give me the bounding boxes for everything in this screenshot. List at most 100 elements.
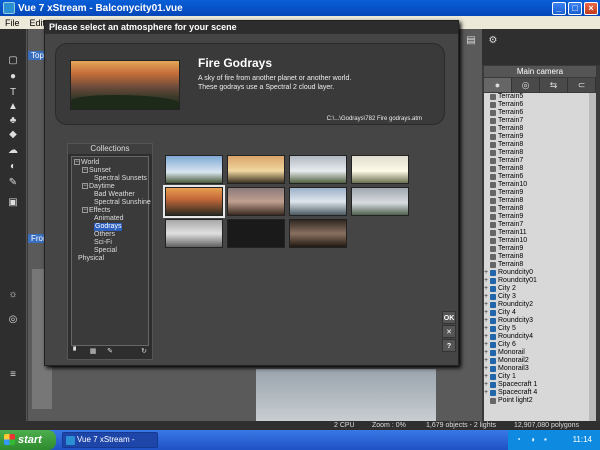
scene-list-item[interactable]: Terrain5 bbox=[484, 93, 596, 101]
atmosphere-thumb[interactable] bbox=[351, 187, 409, 216]
start-button[interactable]: start bbox=[0, 430, 56, 450]
tree-spectral-sunsets[interactable]: Spectral Sunsets bbox=[94, 175, 147, 183]
scene-list-item[interactable]: Terrain6 bbox=[484, 101, 596, 109]
atmosphere-thumb[interactable] bbox=[227, 219, 285, 248]
scene-list-item[interactable]: Roundcity01 bbox=[484, 277, 596, 285]
sphere-icon[interactable]: ● bbox=[6, 71, 20, 83]
scene-object-list[interactable]: Terrain5 Terrain6 Terrain6 Terrain7 Terrain8… bbox=[484, 93, 596, 443]
scene-list-item[interactable]: Terrain9 bbox=[484, 245, 596, 253]
scene-list-item[interactable]: Terrain7 bbox=[484, 157, 596, 165]
ok-button[interactable]: OK bbox=[442, 311, 456, 324]
help-button[interactable]: ? bbox=[442, 339, 456, 352]
atmosphere-thumb[interactable] bbox=[165, 155, 223, 184]
sun-icon[interactable]: ☼ bbox=[6, 289, 20, 301]
scene-list-item[interactable]: City 6 bbox=[484, 341, 596, 349]
close-button[interactable]: × bbox=[584, 1, 598, 15]
scene-list-item[interactable]: Monorail3 bbox=[484, 365, 596, 373]
cloud-icon[interactable]: ☁ bbox=[6, 145, 20, 157]
tree-sunset[interactable]: − Sunset bbox=[82, 167, 111, 175]
scene-list-item[interactable]: Terrain9 bbox=[484, 189, 596, 197]
scene-list-item[interactable]: Terrain6 bbox=[484, 173, 596, 181]
minimize-button[interactable]: _ bbox=[552, 1, 566, 15]
scene-list-item[interactable]: Roundcity0 bbox=[484, 269, 596, 277]
delete-collection-icon[interactable]: ▦ bbox=[87, 347, 99, 357]
brush-icon[interactable]: ✎ bbox=[6, 177, 20, 189]
scene-list-item[interactable]: Terrain8 bbox=[484, 125, 596, 133]
atmosphere-thumb[interactable] bbox=[227, 155, 285, 184]
settings-icon[interactable]: ⚙ bbox=[486, 35, 500, 47]
tree-effects[interactable]: − Effects bbox=[82, 207, 110, 215]
scene-list-item[interactable]: Terrain9 bbox=[484, 133, 596, 141]
taskbar-vue-item[interactable]: Vue 7 xStream - Balc... bbox=[62, 432, 158, 450]
tree-bad-weather[interactable]: Bad Weather bbox=[94, 191, 135, 199]
scene-list-item[interactable]: Point light2 bbox=[484, 397, 596, 405]
tree-special[interactable]: Special bbox=[94, 247, 117, 255]
refresh-collection-icon[interactable]: ↻ bbox=[138, 347, 150, 357]
restore-button[interactable]: □ bbox=[568, 1, 582, 15]
tree-godrays[interactable]: Godrays bbox=[94, 223, 123, 231]
scene-list-item[interactable]: Terrain11 bbox=[484, 229, 596, 237]
scene-list-item[interactable]: Terrain6 bbox=[484, 109, 596, 117]
scene-list-item[interactable]: City 2 bbox=[484, 285, 596, 293]
plant-icon[interactable]: ♣ bbox=[6, 115, 20, 127]
layers-icon[interactable]: ≡ bbox=[6, 369, 20, 381]
tree-animated[interactable]: Animated bbox=[94, 215, 124, 223]
scene-list-item[interactable]: Monorail bbox=[484, 349, 596, 357]
scene-list-item[interactable]: Roundcity4 bbox=[484, 333, 596, 341]
scene-list-item[interactable]: Terrain9 bbox=[484, 213, 596, 221]
scene-list-item[interactable]: Terrain10 bbox=[484, 237, 596, 245]
scene-list-item[interactable]: Terrain8 bbox=[484, 149, 596, 157]
scene-list-item[interactable]: City 3 bbox=[484, 293, 596, 301]
tree-world[interactable]: − World bbox=[74, 159, 99, 167]
atmosphere-thumb[interactable] bbox=[351, 155, 409, 184]
tab-objects[interactable]: ● bbox=[484, 78, 512, 92]
tab-materials[interactable]: ◎ bbox=[512, 78, 540, 92]
scene-list-item[interactable]: Spacecraft 1 bbox=[484, 381, 596, 389]
scene-list-scrollbar[interactable] bbox=[589, 93, 596, 443]
scene-list-item[interactable]: Terrain8 bbox=[484, 197, 596, 205]
atmosphere-thumb[interactable] bbox=[165, 219, 223, 248]
scene-list-item[interactable]: Spacecraft 4 bbox=[484, 389, 596, 397]
text-icon[interactable]: T bbox=[6, 87, 20, 99]
scene-list-item[interactable]: Terrain7 bbox=[484, 117, 596, 125]
tab-layers[interactable]: ⊂ bbox=[568, 78, 596, 92]
new-collection-icon[interactable]: ▘ bbox=[70, 347, 82, 357]
scene-list-item[interactable]: Roundcity3 bbox=[484, 317, 596, 325]
scene-list-item[interactable]: City 4 bbox=[484, 309, 596, 317]
atmosphere-thumb[interactable] bbox=[289, 219, 347, 248]
scene-list-item[interactable]: Terrain8 bbox=[484, 165, 596, 173]
terrain-icon[interactable]: ▲ bbox=[6, 101, 20, 113]
cancel-button[interactable]: ✕ bbox=[442, 325, 456, 338]
new-icon[interactable]: ▢ bbox=[6, 55, 20, 67]
tree-others[interactable]: Others bbox=[94, 231, 115, 239]
camera-icon[interactable]: ◐ bbox=[6, 161, 20, 173]
tray-icon[interactable]: ◑ bbox=[530, 430, 535, 450]
atmosphere-thumb[interactable] bbox=[289, 187, 347, 216]
scene-list-item[interactable]: Terrain8 bbox=[484, 261, 596, 269]
scene-list-item[interactable]: City 5 bbox=[484, 325, 596, 333]
collections-tree[interactable]: − World − Sunset Spectral Sunsets − Daytime… bbox=[71, 156, 151, 346]
atmosphere-icon[interactable]: ◎ bbox=[6, 314, 20, 326]
atmosphere-thumb-selected[interactable] bbox=[163, 185, 225, 218]
tray-icon[interactable]: ▪ bbox=[544, 430, 547, 450]
scene-list-item[interactable]: Terrain8 bbox=[484, 141, 596, 149]
cube-icon[interactable]: ▣ bbox=[6, 197, 20, 209]
tree-physical[interactable]: Physical bbox=[78, 255, 104, 263]
menu-file[interactable]: File bbox=[0, 18, 25, 28]
scene-list-item[interactable]: City 1 bbox=[484, 373, 596, 381]
render-icon[interactable]: ▤ bbox=[464, 35, 478, 47]
scene-list-item[interactable]: Terrain8 bbox=[484, 253, 596, 261]
atmosphere-thumb[interactable] bbox=[227, 187, 285, 216]
tree-daytime[interactable]: − Daytime bbox=[82, 183, 115, 191]
tray-icon[interactable]: ◔ bbox=[516, 430, 521, 450]
scene-list-item[interactable]: Terrain10 bbox=[484, 181, 596, 189]
scene-list-item[interactable]: Roundcity2 bbox=[484, 301, 596, 309]
tree-scifi[interactable]: Sci-Fi bbox=[94, 239, 112, 247]
scene-list-item[interactable]: Terrain7 bbox=[484, 221, 596, 229]
tree-spectral-sunshine[interactable]: Spectral Sunshine bbox=[94, 199, 151, 207]
rock-icon[interactable]: ◆ bbox=[6, 129, 20, 141]
camera-selector[interactable]: Main camera bbox=[484, 66, 596, 77]
atmosphere-thumb[interactable] bbox=[289, 155, 347, 184]
scene-list-item[interactable]: Monorail2 bbox=[484, 357, 596, 365]
rename-collection-icon[interactable]: ✎ bbox=[104, 347, 116, 357]
